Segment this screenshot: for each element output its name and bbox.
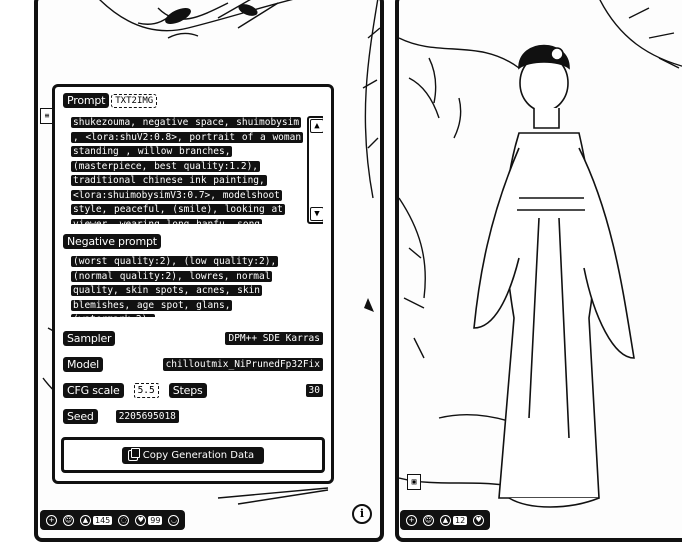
reaction-toolbar-left: + ☺ ▲ 145 ◌ ♥ 99 ◡ <box>40 510 186 530</box>
negative-prompt-content: (worst quality:2), (low quality:2), (nor… <box>71 256 279 317</box>
steps-label: Steps <box>168 382 207 398</box>
face-reaction-button-right[interactable]: ☺ <box>423 514 434 526</box>
sampler-value: DPM++ SDE Karras <box>225 331 323 345</box>
heart-icon: ♥ <box>135 514 147 526</box>
prompt-scrollbar[interactable]: ▲ ▼ <box>307 116 323 224</box>
ink-painting-woman-hanfu <box>399 0 682 508</box>
sampler-label: Sampler <box>63 330 116 346</box>
thumbs-up-icon: ▲ <box>440 514 451 526</box>
steps-value: 30 <box>305 383 323 397</box>
laugh-button[interactable]: ◡ <box>168 514 180 526</box>
face-reaction-button[interactable]: ☺ <box>63 514 74 526</box>
negative-prompt-label: Negative prompt <box>63 234 161 249</box>
sampler-row: Sampler DPM++ SDE Karras <box>63 329 323 347</box>
copy-button-label: Copy Generation Data <box>142 449 255 461</box>
copy-generation-data-button[interactable]: Copy Generation Data <box>61 437 325 473</box>
prompt-box[interactable]: shukezouma, negative space, shuimobysim … <box>63 116 323 224</box>
laugh-icon: ◡ <box>168 514 180 526</box>
info-button[interactable]: i <box>352 504 372 524</box>
prompt-header: Prompt TXT2IMG <box>63 93 323 108</box>
add-icon: + <box>46 514 57 526</box>
prompt-mode-badge: TXT2IMG <box>111 93 158 108</box>
negative-prompt-box[interactable]: (worst quality:2), (low quality:2), (nor… <box>63 255 323 317</box>
scroll-down-icon[interactable]: ▼ <box>310 207 323 221</box>
negative-prompt-text: (worst quality:2), (low quality:2), (nor… <box>63 255 307 317</box>
scroll-up-icon[interactable]: ▲ <box>310 119 323 133</box>
seed-label: Seed <box>63 408 98 424</box>
cfg-steps-row: CFG scale 5.5 Steps 30 <box>63 381 323 399</box>
thumbs-up-icon: ▲ <box>80 514 91 526</box>
prompt-text: shukezouma, negative space, shuimobysim … <box>63 116 307 224</box>
comment-button[interactable]: ◌ <box>118 514 130 526</box>
heart-icon: ♥ <box>473 514 485 526</box>
generation-info-panel: Prompt TXT2IMG shukezouma, negative spac… <box>52 84 334 484</box>
seed-row: Seed 2205695018 <box>63 407 323 425</box>
add-reaction-button-right[interactable]: + <box>406 514 417 526</box>
cfg-value: 5.5 <box>133 382 159 398</box>
like-count-right: 12 <box>453 515 468 525</box>
face-icon: ☺ <box>423 514 434 526</box>
negative-prompt-header: Negative prompt <box>63 230 323 249</box>
model-row: Model chilloutmix_NiPrunedFp32Fix <box>63 355 323 373</box>
heart-button-right[interactable]: ♥ <box>473 514 485 526</box>
seed-value: 2205695018 <box>115 409 179 423</box>
cfg-group: CFG scale 5.5 Steps <box>63 382 207 398</box>
like-button[interactable]: ▲ 145 <box>80 514 113 526</box>
model-value: chilloutmix_NiPrunedFp32Fix <box>162 357 323 371</box>
prompt-label: Prompt <box>63 93 110 108</box>
corner-marker: ▣ <box>407 474 421 490</box>
copy-button-inner: Copy Generation Data <box>121 446 265 464</box>
image-card-right[interactable]: ▣ <box>395 0 682 542</box>
like-count: 145 <box>93 515 113 525</box>
heart-count: 99 <box>148 515 163 525</box>
heart-button[interactable]: ♥ 99 <box>135 514 163 526</box>
like-button-right[interactable]: ▲ 12 <box>440 514 468 526</box>
face-icon: ☺ <box>63 514 74 526</box>
add-icon: + <box>406 514 417 526</box>
reaction-toolbar-right: + ☺ ▲ 12 ♥ <box>400 510 491 530</box>
prompt-text-content: shukezouma, negative space, shuimobysim … <box>71 117 304 224</box>
add-reaction-button[interactable]: + <box>46 514 57 526</box>
copy-icon <box>127 447 140 461</box>
comment-icon: ◌ <box>118 514 130 526</box>
cfg-label: CFG scale <box>63 382 124 398</box>
model-label: Model <box>63 356 104 372</box>
